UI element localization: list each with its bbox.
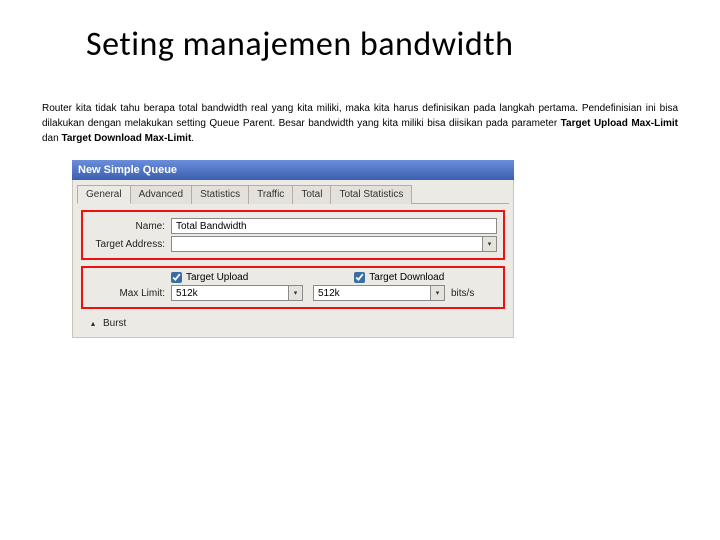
tab-statistics[interactable]: Statistics	[191, 185, 249, 204]
maxlimit-label: Max Limit:	[89, 288, 171, 299]
dialog-title: New Simple Queue	[78, 164, 177, 176]
name-label: Name:	[89, 221, 171, 232]
tab-strip: General Advanced Statistics Traffic Tota…	[77, 184, 509, 204]
burst-label: Burst	[103, 318, 126, 329]
tab-advanced[interactable]: Advanced	[130, 185, 192, 204]
para-bold-2: Target Download Max-Limit	[61, 133, 191, 144]
upload-dropdown-arrow-icon[interactable]: ▾	[289, 285, 303, 301]
upload-download-check-row: Target Upload Target Download	[89, 272, 497, 283]
tab-total[interactable]: Total	[292, 185, 331, 204]
para-bold-1: Target Upload Max-Limit	[561, 118, 678, 129]
page-title: Seting manajemen bandwidth	[0, 0, 720, 65]
download-dropdown-arrow-icon[interactable]: ▾	[431, 285, 445, 301]
upload-maxlimit-input[interactable]	[171, 285, 289, 301]
dialog-body: General Advanced Statistics Traffic Tota…	[72, 180, 514, 338]
para-text-after: .	[191, 133, 194, 144]
name-target-group: Name: Target Address: ▾	[81, 210, 505, 260]
limits-group: Target Upload Target Download Max Limit:…	[81, 266, 505, 309]
queue-dialog: New Simple Queue General Advanced Statis…	[72, 160, 514, 338]
burst-disclose-icon[interactable]: ▴	[87, 317, 99, 329]
intro-paragraph: Router kita tidak tahu berapa total band…	[0, 65, 720, 146]
download-maxlimit-input[interactable]	[313, 285, 431, 301]
tab-general[interactable]: General	[77, 185, 131, 204]
maxlimit-row: Max Limit: ▾ ▾ bits/s	[89, 285, 497, 301]
dialog-titlebar: New Simple Queue	[72, 160, 514, 180]
target-address-input[interactable]	[171, 236, 483, 252]
form-area: Name: Target Address: ▾ Target Upload Ta…	[77, 204, 509, 331]
tab-total-statistics[interactable]: Total Statistics	[330, 185, 412, 204]
burst-row: ▴ Burst	[81, 315, 505, 329]
target-row: Target Address: ▾	[89, 236, 497, 252]
target-dropdown-arrow-icon[interactable]: ▾	[483, 236, 497, 252]
unit-label: bits/s	[445, 288, 474, 299]
name-input[interactable]	[171, 218, 497, 234]
target-upload-label: Target Upload	[186, 272, 250, 283]
tab-traffic[interactable]: Traffic	[248, 185, 293, 204]
para-mid: dan	[42, 133, 61, 144]
target-download-checkbox[interactable]	[354, 272, 365, 283]
target-upload-checkbox[interactable]	[171, 272, 182, 283]
target-download-label: Target Download	[369, 272, 446, 283]
name-row: Name:	[89, 218, 497, 234]
target-label: Target Address:	[89, 239, 171, 250]
